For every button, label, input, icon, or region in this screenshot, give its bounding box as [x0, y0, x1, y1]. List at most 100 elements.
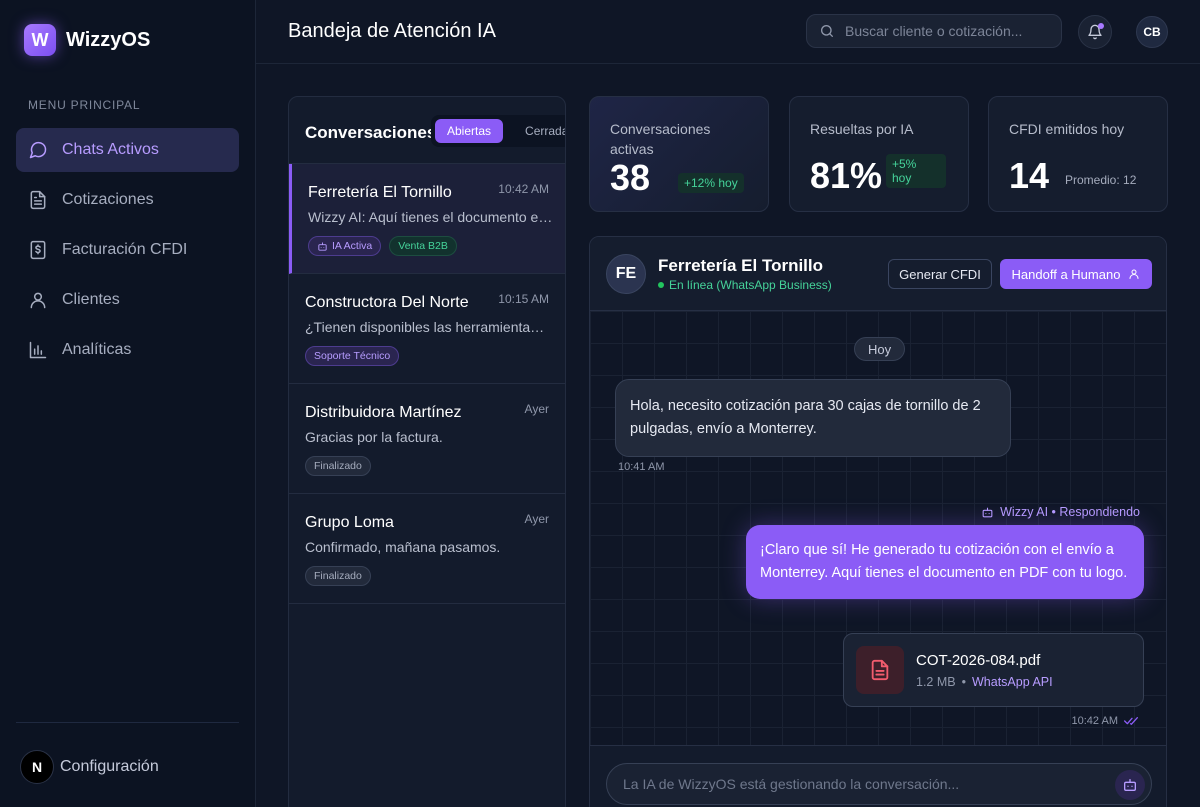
sidebar-item-cotizaciones[interactable]: Cotizaciones [16, 178, 239, 222]
user-avatar[interactable]: CB [1136, 16, 1168, 48]
menu-section-title: MENU PRINCIPAL [28, 98, 141, 112]
conversation-name: Distribuidora Martínez [305, 404, 462, 421]
pdf-attachment[interactable]: COT-2026-084.pdf 1.2 MB • WhatsApp API [843, 633, 1144, 707]
kpi-value: 14 [1009, 155, 1050, 196]
sidebar-item-label: Analíticas [62, 341, 132, 358]
app-logo[interactable]: W WizzyOS [24, 24, 150, 56]
user-icon [30, 292, 46, 309]
sidebar-divider [16, 722, 239, 723]
double-check-icon [1124, 717, 1138, 725]
chat-messages: Hoy Hola, necesito cotización para 30 ca… [590, 311, 1166, 745]
conversation-tags: IA Activa Venta B2B [308, 236, 457, 256]
kpi-value: 38 [610, 157, 651, 198]
outgoing-message: ¡Claro que sí! He generado tu cotización… [746, 525, 1144, 599]
kpi-card-resolved: Resueltas por IA 81% +5% hoy [789, 96, 969, 212]
kpi-average: Promedio: 12 [1065, 173, 1137, 187]
outgoing-time-text: 10:42 AM [1071, 715, 1118, 727]
conversation-preview: Gracias por la factura. [305, 429, 443, 445]
message-composer[interactable] [606, 763, 1152, 805]
kpi-value: 81% [810, 155, 883, 196]
chat-panel: FE Ferretería El Tornillo En línea (What… [589, 236, 1167, 807]
conversation-time: Ayer [524, 402, 549, 416]
conversation-name: Grupo Loma [305, 514, 394, 531]
tag-venta-b2b: Venta B2B [389, 236, 457, 256]
kpi-label: CFDI emitidos hoy [1009, 121, 1125, 137]
kpi-card-cfdi: CFDI emitidos hoy 14 Promedio: 12 [988, 96, 1168, 212]
ai-responding-label: Wizzy AI • Respondiendo [981, 505, 1140, 519]
tag-ia-activa: IA Activa [308, 236, 382, 256]
notifications-button[interactable] [1078, 15, 1112, 49]
kpi-trend-line2: hoy [892, 171, 912, 185]
message-input[interactable] [623, 776, 1093, 792]
notification-dot [1098, 23, 1104, 29]
kpi-trend-line1: +5% [892, 157, 917, 171]
conversation-time: Ayer [524, 512, 549, 526]
robot-icon [982, 507, 993, 517]
conversations-panel: Conversaciones Abiertas Cerradas Ferrete… [288, 96, 566, 807]
ai-assistant-button[interactable] [1115, 770, 1145, 800]
robot-icon [1124, 779, 1136, 791]
sidebar: W WizzyOS MENU PRINCIPAL Chats Activos C… [0, 0, 256, 807]
config-badge: N [20, 750, 54, 784]
conversation-item[interactable]: Distribuidora Martínez Ayer Gracias por … [289, 384, 565, 494]
contact-status: En línea (WhatsApp Business) [658, 278, 832, 292]
conversation-tags: Finalizado [305, 566, 371, 586]
file-meta-separator: • [961, 675, 966, 689]
sidebar-item-analiticas[interactable]: Analíticas [16, 328, 239, 372]
conversation-preview: Wizzy AI: Aquí tienes el documento en PD… [308, 209, 554, 225]
logo-mark: W [24, 24, 56, 56]
conversations-header: Conversaciones Abiertas Cerradas [289, 97, 565, 164]
config-label: Configuración [60, 758, 159, 775]
conversation-time: 10:15 AM [498, 292, 549, 306]
kpi-label: Conversaciones activas [610, 121, 711, 157]
conversation-name: Constructora Del Norte [305, 294, 469, 311]
generate-cfdi-button[interactable]: Generar CFDI [888, 259, 992, 289]
sidebar-item-label: Chats Activos [62, 141, 159, 158]
tag-finalizado: Finalizado [305, 456, 371, 476]
search-input[interactable] [845, 23, 1045, 39]
conversation-item[interactable]: Constructora Del Norte 10:15 AM ¿Tienen … [289, 274, 565, 384]
sidebar-item-facturacion[interactable]: Facturación CFDI [16, 228, 239, 272]
contact-status-text: En línea (WhatsApp Business) [669, 278, 832, 292]
tab-abiertas[interactable]: Abiertas [435, 119, 504, 143]
conversation-tabs: Abiertas Cerradas [431, 115, 565, 147]
sidebar-item-label: Facturación CFDI [62, 241, 188, 258]
tag-label: IA Activa [332, 240, 373, 252]
conversation-item[interactable]: Ferretería El Tornillo 10:42 AM Wizzy AI… [289, 164, 565, 274]
handoff-button[interactable]: Handoff a Humano [1000, 259, 1152, 289]
sidebar-item-configuracion[interactable]: N Configuración [20, 750, 159, 784]
document-icon [30, 190, 46, 210]
user-icon [1129, 269, 1139, 279]
kpi-trend-badge: +5% hoy [886, 154, 946, 188]
file-name: COT-2026-084.pdf [916, 652, 1041, 669]
chat-header: FE Ferretería El Tornillo En línea (What… [590, 237, 1166, 311]
online-dot [658, 282, 664, 288]
conversation-tags: Soporte Técnico [305, 346, 400, 366]
bar-chart-icon [29, 341, 47, 359]
file-size: 1.2 MB [916, 675, 956, 689]
search-icon [821, 25, 833, 37]
conversation-preview: ¿Tienen disponibles las herramientas de … [305, 319, 551, 335]
sidebar-item-label: Cotizaciones [62, 191, 154, 208]
sidebar-item-label: Clientes [62, 291, 120, 308]
invoice-icon [30, 240, 46, 260]
day-separator: Hoy [854, 337, 906, 361]
conversation-item[interactable]: Grupo Loma Ayer Confirmado, mañana pasam… [289, 494, 565, 604]
search-box[interactable] [806, 14, 1062, 48]
kpi-label: Resueltas por IA [810, 121, 914, 137]
sidebar-item-clientes[interactable]: Clientes [16, 278, 239, 322]
contact-avatar: FE [606, 254, 646, 294]
kpi-card-active: Conversaciones activas 38 +12% hoy [589, 96, 769, 212]
file-meta: 1.2 MB • WhatsApp API [916, 675, 1053, 689]
tab-cerradas[interactable]: Cerradas [513, 119, 565, 143]
tag-finalizado: Finalizado [305, 566, 371, 586]
topbar: Bandeja de Atención IA CB [256, 0, 1200, 64]
sidebar-item-chats[interactable]: Chats Activos [16, 128, 239, 172]
main-nav: Chats Activos Cotizaciones Facturación C… [16, 128, 239, 378]
outgoing-message-time: 10:42 AM [1072, 715, 1140, 727]
conversation-time: 10:42 AM [498, 182, 549, 196]
conversations-title: Conversaciones [305, 123, 437, 142]
file-source: WhatsApp API [972, 675, 1053, 689]
robot-icon [318, 241, 327, 251]
conversation-tags: Finalizado [305, 456, 371, 476]
